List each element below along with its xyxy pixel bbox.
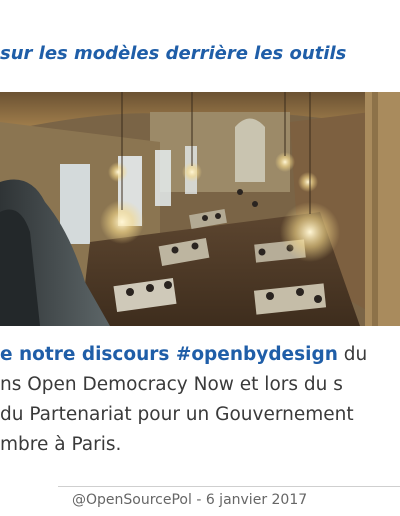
body-line-4: mbre à Paris. (0, 434, 122, 455)
body-line-1-highlight: e notre discours #openbydesign (0, 344, 338, 365)
body-text: e notre discours #openbydesign du ns Ope… (0, 340, 400, 460)
body-line-2: ns Open Democracy Now et lors du s (0, 374, 343, 395)
body-line-1: e notre discours #openbydesign du (0, 340, 400, 370)
body-line-3: du Partenariat pour un Gouvernement (0, 404, 354, 425)
body-line-1-rest: du (337, 344, 368, 365)
footer-divider (58, 486, 400, 487)
slide-headline: sur les modèles derrière les outils (0, 43, 347, 64)
library-hall-photo (0, 92, 400, 326)
slide-footer: @OpenSourcePol - 6 janvier 2017 (72, 492, 308, 508)
